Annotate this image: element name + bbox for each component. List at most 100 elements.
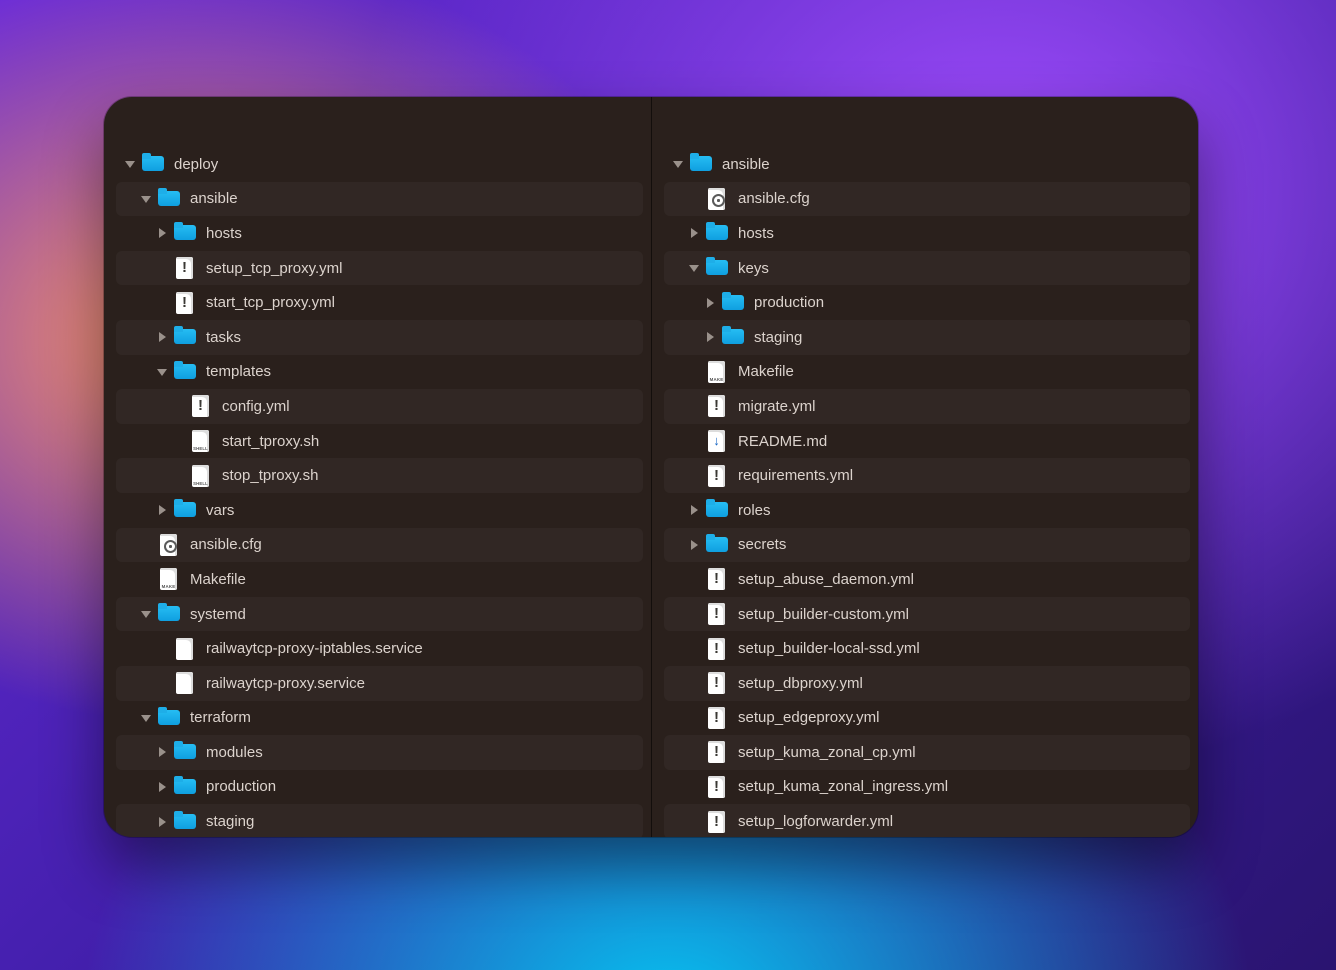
tree-row-staging_tf[interactable]: staging	[116, 804, 643, 837]
tree-row-setup_logforwarder[interactable]: setup_logforwarder.yml	[664, 804, 1190, 837]
tree-item-label: production	[206, 778, 276, 795]
tree-row-systemd[interactable]: systemd	[116, 597, 643, 632]
disclosure-spacer	[688, 400, 700, 412]
chevron-right-icon[interactable]	[156, 816, 168, 828]
file-tree-pane-right[interactable]: ansible ansible.cfg hostskeysproduction sta…	[651, 97, 1198, 837]
chevron-down-icon[interactable]	[124, 158, 136, 170]
tree-item-label: modules	[206, 744, 263, 761]
tree-row-vars[interactable]: vars	[116, 493, 643, 528]
tree-row-makefile_r[interactable]: Makefile	[664, 355, 1190, 390]
disclosure-spacer	[688, 816, 700, 828]
chevron-right-icon[interactable]	[156, 504, 168, 516]
chevron-down-icon[interactable]	[140, 193, 152, 205]
folder-icon	[174, 776, 196, 798]
tree-item-label: ansible	[722, 156, 770, 173]
tree-row-production_keys[interactable]: production	[664, 285, 1190, 320]
md-file-icon	[706, 430, 728, 452]
tree-item-label: config.yml	[222, 398, 290, 415]
file-tree-pane-left[interactable]: deploy ansiblehosts setup_tcp_proxy.ymlsta…	[104, 97, 651, 837]
disclosure-spacer	[688, 746, 700, 758]
folder-icon	[174, 326, 196, 348]
tree-row-setup_kuma_ingress[interactable]: setup_kuma_zonal_ingress.yml	[664, 770, 1190, 805]
tree-row-readme_md[interactable]: README.md	[664, 424, 1190, 459]
tree-row-ansible_r[interactable]: ansible	[664, 147, 1190, 182]
chevron-down-icon[interactable]	[140, 608, 152, 620]
tree-row-start_tcp_proxy[interactable]: start_tcp_proxy.yml	[116, 285, 643, 320]
chevron-right-icon[interactable]	[704, 331, 716, 343]
tree-row-ansible_cfg_l[interactable]: ansible.cfg	[116, 528, 643, 563]
tree-item-label: setup_builder-local-ssd.yml	[738, 640, 920, 657]
chevron-right-icon[interactable]	[156, 746, 168, 758]
chevron-down-icon[interactable]	[688, 262, 700, 274]
tree-row-setup_abuse_daemon[interactable]: setup_abuse_daemon.yml	[664, 562, 1190, 597]
tree-row-svc_proxy[interactable]: railwaytcp-proxy.service	[116, 666, 643, 701]
disclosure-spacer	[688, 643, 700, 655]
tree-item-label: setup_tcp_proxy.yml	[206, 260, 342, 277]
chevron-right-icon[interactable]	[688, 539, 700, 551]
tree-row-migrate_yml[interactable]: migrate.yml	[664, 389, 1190, 424]
tree-item-label: start_tproxy.sh	[222, 433, 319, 450]
tree-row-setup_edgeproxy[interactable]: setup_edgeproxy.yml	[664, 701, 1190, 736]
tree-row-terraform[interactable]: terraform	[116, 701, 643, 736]
chevron-right-icon[interactable]	[688, 227, 700, 239]
chevron-right-icon[interactable]	[156, 331, 168, 343]
tree-row-ansible_l[interactable]: ansible	[116, 182, 643, 217]
tree-item-label: deploy	[174, 156, 218, 173]
chevron-down-icon[interactable]	[672, 158, 684, 170]
tree-row-requirements_yml[interactable]: requirements.yml	[664, 458, 1190, 493]
disclosure-spacer	[688, 781, 700, 793]
make-file-icon	[706, 361, 728, 383]
chevron-right-icon[interactable]	[156, 781, 168, 793]
tree-row-deploy[interactable]: deploy	[116, 147, 643, 182]
disclosure-spacer	[172, 400, 184, 412]
tree-row-stop_tproxy_sh[interactable]: stop_tproxy.sh	[116, 458, 643, 493]
tree-row-secrets[interactable]: secrets	[664, 528, 1190, 563]
tree-row-keys[interactable]: keys	[664, 251, 1190, 286]
tree-item-label: templates	[206, 363, 271, 380]
tree-row-production_tf[interactable]: production	[116, 770, 643, 805]
tree-item-label: ansible.cfg	[738, 190, 810, 207]
tree-row-start_tproxy_sh[interactable]: start_tproxy.sh	[116, 424, 643, 459]
disclosure-spacer	[156, 262, 168, 274]
file-browser-window: deployansiblehostssetup_tcp_proxy.ymlsta…	[104, 97, 1198, 837]
tree-row-setup_dbproxy[interactable]: setup_dbproxy.yml	[664, 666, 1190, 701]
tree-row-svc_iptables[interactable]: railwaytcp-proxy-iptables.service	[116, 631, 643, 666]
tree-row-templates[interactable]: templates	[116, 355, 643, 390]
tree-row-setup_tcp_proxy[interactable]: setup_tcp_proxy.yml	[116, 251, 643, 286]
tree-item-label: ansible.cfg	[190, 536, 262, 553]
tree-row-config_yml[interactable]: config.yml	[116, 389, 643, 424]
make-file-icon	[158, 568, 180, 590]
tree-item-label: terraform	[190, 709, 251, 726]
tree-row-setup_builder_custom[interactable]: setup_builder-custom.yml	[664, 597, 1190, 632]
tree-item-label: tasks	[206, 329, 241, 346]
tree-row-modules[interactable]: modules	[116, 735, 643, 770]
chevron-right-icon[interactable]	[688, 504, 700, 516]
disclosure-spacer	[688, 712, 700, 724]
yml-file-icon	[174, 257, 196, 279]
tree-row-roles[interactable]: roles	[664, 493, 1190, 528]
chevron-down-icon[interactable]	[140, 712, 152, 724]
tree-row-setup_builder_local[interactable]: setup_builder-local-ssd.yml	[664, 631, 1190, 666]
tree-row-makefile_l[interactable]: Makefile	[116, 562, 643, 597]
tree-item-label: setup_logforwarder.yml	[738, 813, 893, 830]
folder-icon	[706, 257, 728, 279]
tree-row-hosts_l[interactable]: hosts	[116, 216, 643, 251]
tree-row-hosts_r[interactable]: hosts	[664, 216, 1190, 251]
folder-icon	[174, 811, 196, 833]
tree-item-label: railwaytcp-proxy-iptables.service	[206, 640, 423, 657]
folder-icon	[722, 292, 744, 314]
tree-row-staging_keys[interactable]: staging	[664, 320, 1190, 355]
tree-item-label: staging	[206, 813, 254, 830]
chevron-right-icon[interactable]	[156, 227, 168, 239]
disclosure-spacer	[688, 366, 700, 378]
chevron-down-icon[interactable]	[156, 366, 168, 378]
tree-row-tasks[interactable]: tasks	[116, 320, 643, 355]
tree-row-setup_kuma_cp[interactable]: setup_kuma_zonal_cp.yml	[664, 735, 1190, 770]
chevron-right-icon[interactable]	[704, 297, 716, 309]
disclosure-spacer	[156, 643, 168, 655]
yml-file-icon	[174, 292, 196, 314]
tree-item-label: staging	[754, 329, 802, 346]
tree-row-ansible_cfg_r[interactable]: ansible.cfg	[664, 182, 1190, 217]
yml-file-icon	[706, 465, 728, 487]
tree-item-label: migrate.yml	[738, 398, 816, 415]
